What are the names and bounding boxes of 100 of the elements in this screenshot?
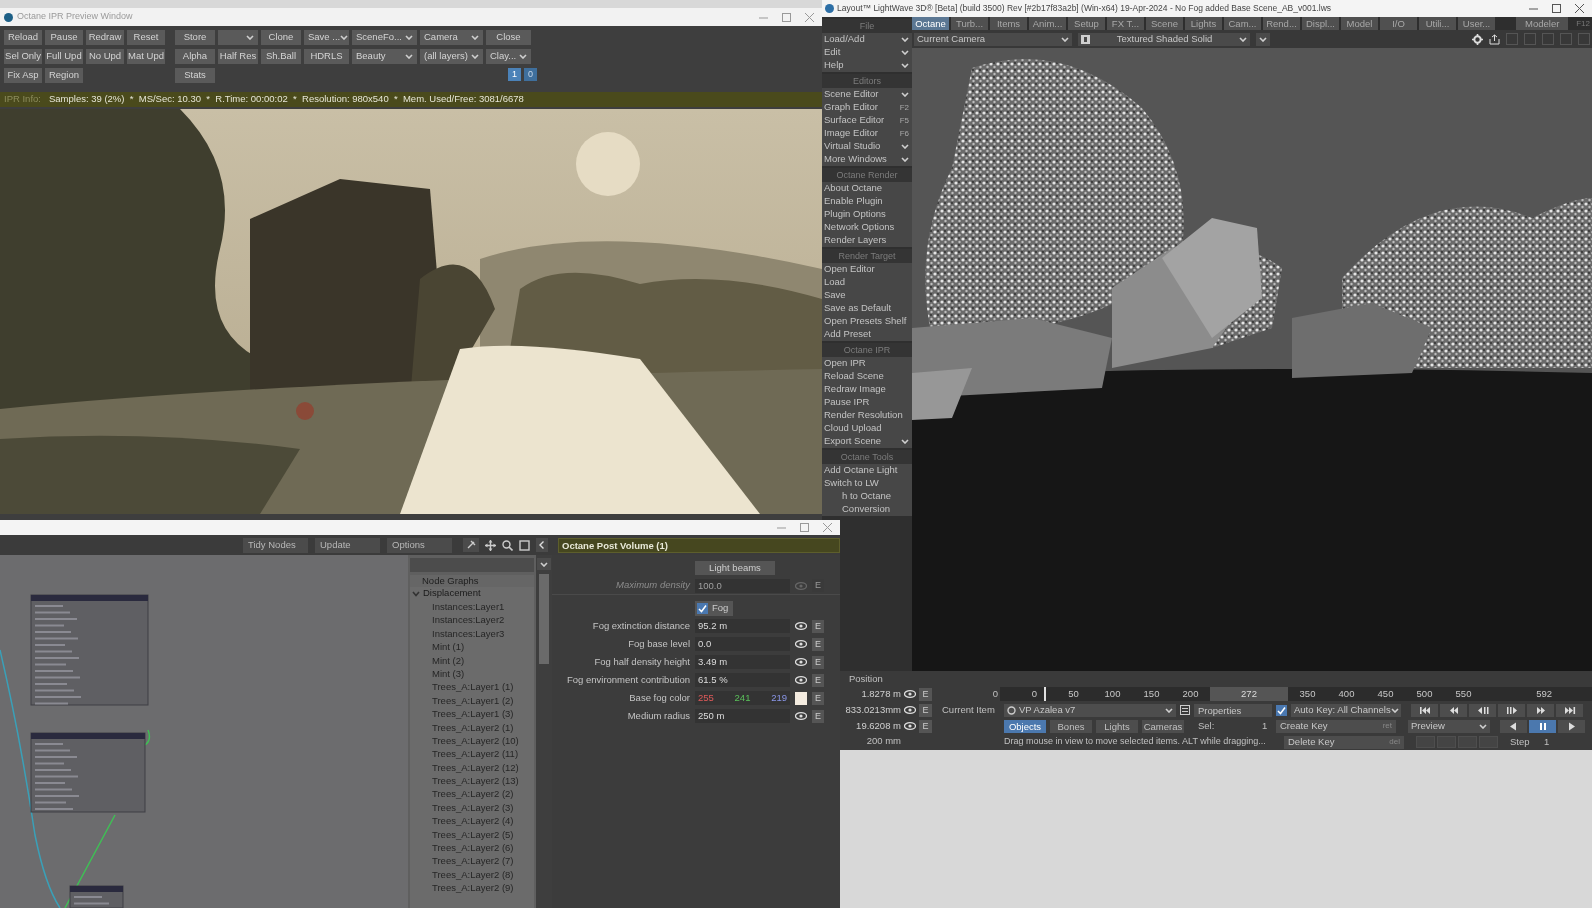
item-tab[interactable]: Lights	[1096, 719, 1138, 733]
menu-item[interactable]: Open Presets Shelf	[822, 315, 912, 328]
menu-tab[interactable]: FX T...	[1107, 17, 1144, 30]
transport-button[interactable]	[1498, 703, 1525, 717]
menu-tab[interactable]: Rend...	[1263, 17, 1300, 30]
input-field[interactable]: 3.49 m	[695, 655, 790, 669]
tree-item[interactable]: Trees_A:Layer2 (10)	[410, 733, 534, 748]
light-beams-button[interactable]: Light beams	[695, 561, 775, 575]
node-drawing[interactable]	[69, 885, 124, 908]
menu-item[interactable]: Scene Editor	[822, 88, 912, 101]
menu-tab[interactable]: User...	[1458, 17, 1495, 30]
toolbar-button[interactable]: Reset	[127, 30, 165, 45]
tree-item[interactable]: Trees_A:Layer2 (7)	[410, 854, 534, 868]
export-icon[interactable]	[1489, 33, 1500, 45]
menu-item[interactable]: Cloud Upload	[822, 422, 912, 435]
toolbar-button[interactable]: Reload	[4, 30, 42, 45]
dropdown[interactable]: Beauty	[352, 49, 417, 64]
menu-tab[interactable]: Lights	[1185, 17, 1222, 30]
envelope-button[interactable]: E	[919, 719, 932, 733]
menu-item[interactable]: Help	[822, 59, 912, 72]
input-field[interactable]: 61.5 %	[695, 673, 790, 687]
menu-tab[interactable]: Octane	[912, 17, 949, 30]
properties-button[interactable]: Properties	[1194, 703, 1272, 717]
settings-icon[interactable]	[1472, 33, 1483, 45]
envelope-button[interactable]: E	[812, 637, 824, 651]
dropdown[interactable]: Save ...	[304, 30, 349, 45]
toolbar-button[interactable]: Full Upd	[45, 49, 83, 64]
transport-button[interactable]	[1469, 703, 1496, 717]
tree-item[interactable]: Trees_A:Layer2 (5)	[410, 827, 534, 842]
menu-item[interactable]: Render Layers	[822, 234, 912, 247]
item-tab[interactable]: Objects	[1004, 719, 1046, 733]
menu-item[interactable]: Virtual Studio	[822, 140, 912, 153]
dropdown[interactable]: Current Camera	[914, 32, 1072, 46]
tree-item[interactable]: Trees_A:Layer2 (1)	[410, 720, 534, 734]
menu-item[interactable]: h to Octane	[822, 490, 912, 503]
tree-item[interactable]: Mint (2)	[410, 653, 534, 667]
menu-tab[interactable]: I/O	[1380, 17, 1417, 30]
move-icon[interactable]	[485, 539, 496, 551]
tree-item[interactable]: Trees_A:Layer2 (6)	[410, 841, 534, 855]
dropdown[interactable]: Textured Shaded Solid	[1078, 32, 1250, 46]
menu-tab[interactable]: Turb...	[951, 17, 988, 30]
menu-tab[interactable]: Displ...	[1302, 17, 1339, 30]
color-field[interactable]: 255 241 219	[695, 691, 790, 705]
menu-item[interactable]: Export Scene	[822, 435, 912, 448]
dropdown[interactable]: Camera	[420, 30, 483, 45]
menu-item[interactable]: Load	[822, 276, 912, 289]
envelope-button[interactable]: E	[812, 619, 824, 633]
tree-item[interactable]: Trees_A:Layer2 (2)	[410, 787, 534, 801]
input-field[interactable]: 0.0	[695, 637, 790, 651]
input-field[interactable]: 95.2 m	[695, 619, 790, 633]
tree-item[interactable]: Trees_A:Layer2 (11)	[410, 747, 534, 761]
menu-item[interactable]: Load/Add	[822, 33, 912, 46]
frame-icon[interactable]	[519, 539, 530, 551]
toolbar-button[interactable]: Update	[315, 537, 380, 553]
toolbar-button[interactable]: Clone	[261, 30, 301, 45]
menu-item[interactable]: Render Resolution	[822, 409, 912, 422]
menu-item[interactable]: Surface Editor F5	[822, 114, 912, 127]
menu-item[interactable]: Open IPR	[822, 357, 912, 370]
toolbar-button[interactable]: Alpha	[175, 49, 215, 64]
tree-item[interactable]: Displacement	[410, 587, 534, 600]
transport-button[interactable]	[1556, 703, 1583, 717]
toolbar-button[interactable]: Sh.Ball	[261, 49, 301, 64]
close-icon[interactable]	[1575, 4, 1584, 13]
transport-button[interactable]	[1527, 703, 1554, 717]
toolbar-button[interactable]: Mat Upd	[127, 49, 165, 64]
menu-item[interactable]: Add Preset	[822, 328, 912, 341]
menu-item[interactable]: Image Editor F6	[822, 127, 912, 140]
node-canvas[interactable]	[0, 555, 408, 908]
toolbar-button[interactable]: HDRLS	[304, 49, 349, 64]
tree-item[interactable]: Trees_A:Layer1 (3)	[410, 707, 534, 721]
tree-item[interactable]: Instances:Layer2	[410, 613, 534, 627]
maximize-icon[interactable]	[1552, 4, 1561, 13]
toolbar-button[interactable]: Pause	[45, 30, 83, 45]
tree-item[interactable]: Trees_A:Layer2 (8)	[410, 867, 534, 882]
tree-item[interactable]: Trees_A:Layer2 (4)	[410, 814, 534, 828]
tree-item[interactable]: Trees_A:Layer2 (13)	[410, 774, 534, 788]
menu-item[interactable]: Reload Scene	[822, 370, 912, 383]
toolbar-button[interactable]: Half Res	[218, 49, 258, 64]
timeline-ruler[interactable]: 0 50 100 150 200 272 350 400 450 500 550 592	[1000, 687, 1592, 701]
menu-tab[interactable]: Setup	[1068, 17, 1105, 30]
menu-item[interactable]: Save as Default	[822, 302, 912, 315]
toolbar-button[interactable]: Sel Only	[4, 49, 42, 64]
menu-tab[interactable]: Cam...	[1224, 17, 1261, 30]
toolbar-button[interactable]: Redraw	[86, 30, 124, 45]
envelope-button[interactable]: E	[812, 673, 824, 687]
menu-item[interactable]: Add Octane Light	[822, 464, 912, 477]
menu-item[interactable]: Graph Editor F2	[822, 101, 912, 114]
toolbar-button[interactable]: Options	[387, 537, 452, 553]
menu-item[interactable]: Edit	[822, 46, 912, 59]
tree-item[interactable]: Mint (3)	[410, 666, 534, 681]
transport-button[interactable]	[1411, 703, 1438, 717]
toolbar-button[interactable]: Stats	[175, 68, 215, 83]
menu-item[interactable]: Switch to LW	[822, 477, 912, 490]
tree-item[interactable]: Trees_A:Layer1 (1)	[410, 680, 534, 694]
tree-item[interactable]: Instances:Layer1	[410, 600, 534, 614]
dropdown[interactable]: (all layers)	[420, 49, 483, 64]
tree-item[interactable]: Instances:Layer3	[410, 626, 534, 641]
tree-item[interactable]: Mint (1)	[410, 640, 534, 654]
modeler-tab[interactable]: Modeler	[1516, 17, 1569, 30]
checkbox[interactable]	[1276, 704, 1287, 716]
